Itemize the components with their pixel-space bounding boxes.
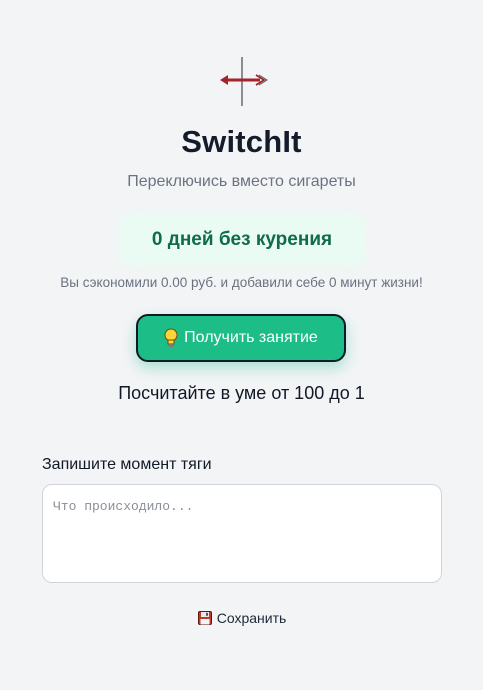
save-label: Сохранить [216, 610, 287, 626]
lightbulb-icon [164, 328, 178, 347]
current-activity-text: Посчитайте в уме от 100 до 1 [118, 383, 365, 403]
switch-arrow-logo-icon [220, 57, 268, 106]
app-title: SwitchIt [181, 124, 302, 159]
craving-note-input[interactable] [42, 484, 442, 583]
smoke-free-streak-badge: 0 дней без курения [122, 216, 362, 264]
app-page: SwitchIt Переключись вместо сигареты 0 д… [0, 0, 483, 690]
app-subtitle: Переключись вместо сигареты [127, 173, 356, 190]
savings-summary: Вы сэкономили 0.00 руб. и добавили себе … [60, 275, 423, 290]
floppy-disk-icon [197, 611, 212, 625]
get-activity-label: Получить занятие [184, 329, 318, 346]
save-button[interactable]: Сохранить [190, 605, 294, 631]
streak-text: 0 дней без курения [151, 229, 333, 250]
get-activity-button[interactable]: Получить занятие [136, 314, 346, 362]
craving-note-label: Запишите момент тяги [42, 456, 212, 473]
